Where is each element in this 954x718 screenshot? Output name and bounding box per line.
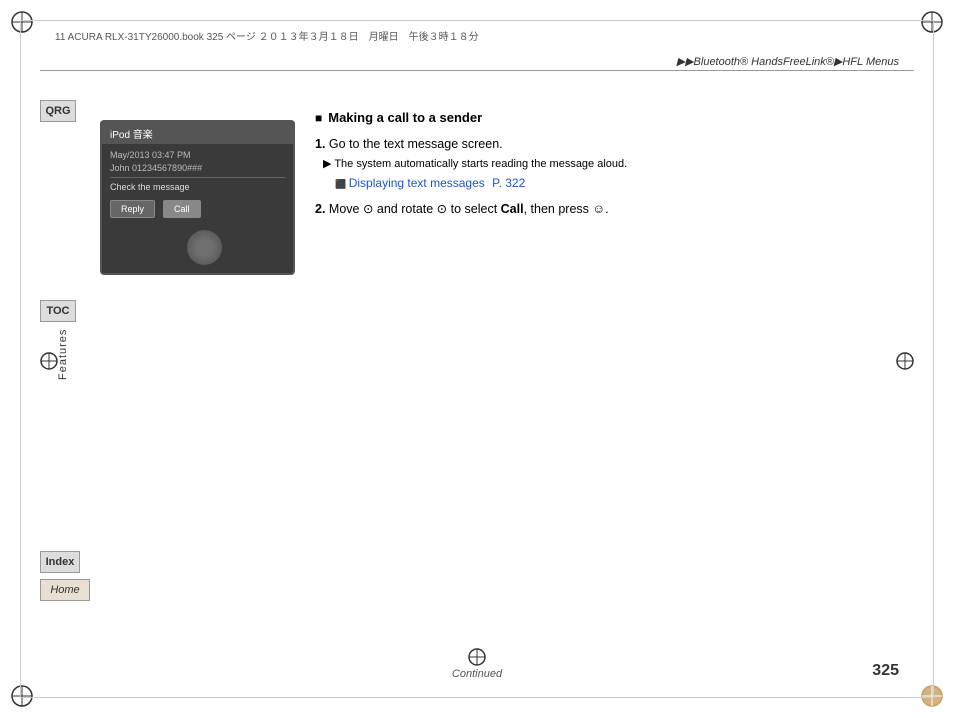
screen-date: May/2013 03:47 PM: [110, 150, 191, 160]
device-screen: iPod 音楽 May/2013 03:47 PM John 012345678…: [100, 120, 295, 275]
screen-call-btn: Call: [163, 200, 201, 218]
screen-contact: John 01234567890###: [110, 163, 202, 173]
header-divider: [40, 70, 914, 71]
thumb-graphic: [187, 230, 222, 265]
step-2-num: 2.: [315, 202, 325, 216]
screen-top-bar: iPod 音楽: [102, 122, 293, 144]
main-content: iPod 音楽 May/2013 03:47 PM John 012345678…: [100, 80, 899, 658]
instruction-content: Making a call to a sender 1. Go to the t…: [315, 110, 899, 227]
device-screenshot: iPod 音楽 May/2013 03:47 PM John 012345678…: [100, 120, 295, 275]
step-1-link-ref: P. 322: [492, 176, 525, 190]
screen-divider: [110, 177, 285, 178]
screen-title: iPod 音楽: [110, 126, 153, 141]
header-breadcrumb: ▶▶Bluetooth® HandsFreeLink®▶HFL Menus: [677, 55, 899, 68]
step-1-arrow: ▶ The system automatically starts readin…: [323, 156, 899, 173]
sidebar-tab-qrg[interactable]: QRG: [40, 100, 76, 122]
breadcrumb-text: ▶▶Bluetooth® HandsFreeLink®▶HFL Menus: [677, 56, 899, 68]
step-1-num: 1.: [315, 137, 325, 151]
toc-vertical-label: Features: [57, 310, 69, 380]
step-2-text: Move ⊙ and rotate ⊙ to select Call, then…: [329, 202, 609, 216]
step-1: 1. Go to the text message screen. ▶ The …: [315, 135, 899, 192]
screen-buttons: Reply Call: [110, 200, 285, 218]
step-1-link[interactable]: Displaying text messages P. 322: [335, 174, 899, 192]
screen-row-date: May/2013 03:47 PM: [110, 150, 285, 160]
page-number: 325: [872, 662, 899, 680]
step-2: 2. Move ⊙ and rotate ⊙ to select Call, t…: [315, 200, 899, 219]
sidebar-tab-home[interactable]: Home: [40, 579, 90, 601]
footer-continued: Continued: [452, 668, 502, 680]
section-title: Making a call to a sender: [315, 110, 899, 125]
file-info: 11 ACURA RLX-31TY26000.book 325 ページ ２０１３…: [55, 28, 479, 43]
screen-reply-btn: Reply: [110, 200, 155, 218]
sidebar-tab-index[interactable]: Index: [40, 551, 80, 573]
screen-row-contact: John 01234567890###: [110, 163, 285, 173]
screen-message: Check the message: [110, 182, 285, 192]
screen-body: May/2013 03:47 PM John 01234567890### Ch…: [102, 144, 293, 224]
